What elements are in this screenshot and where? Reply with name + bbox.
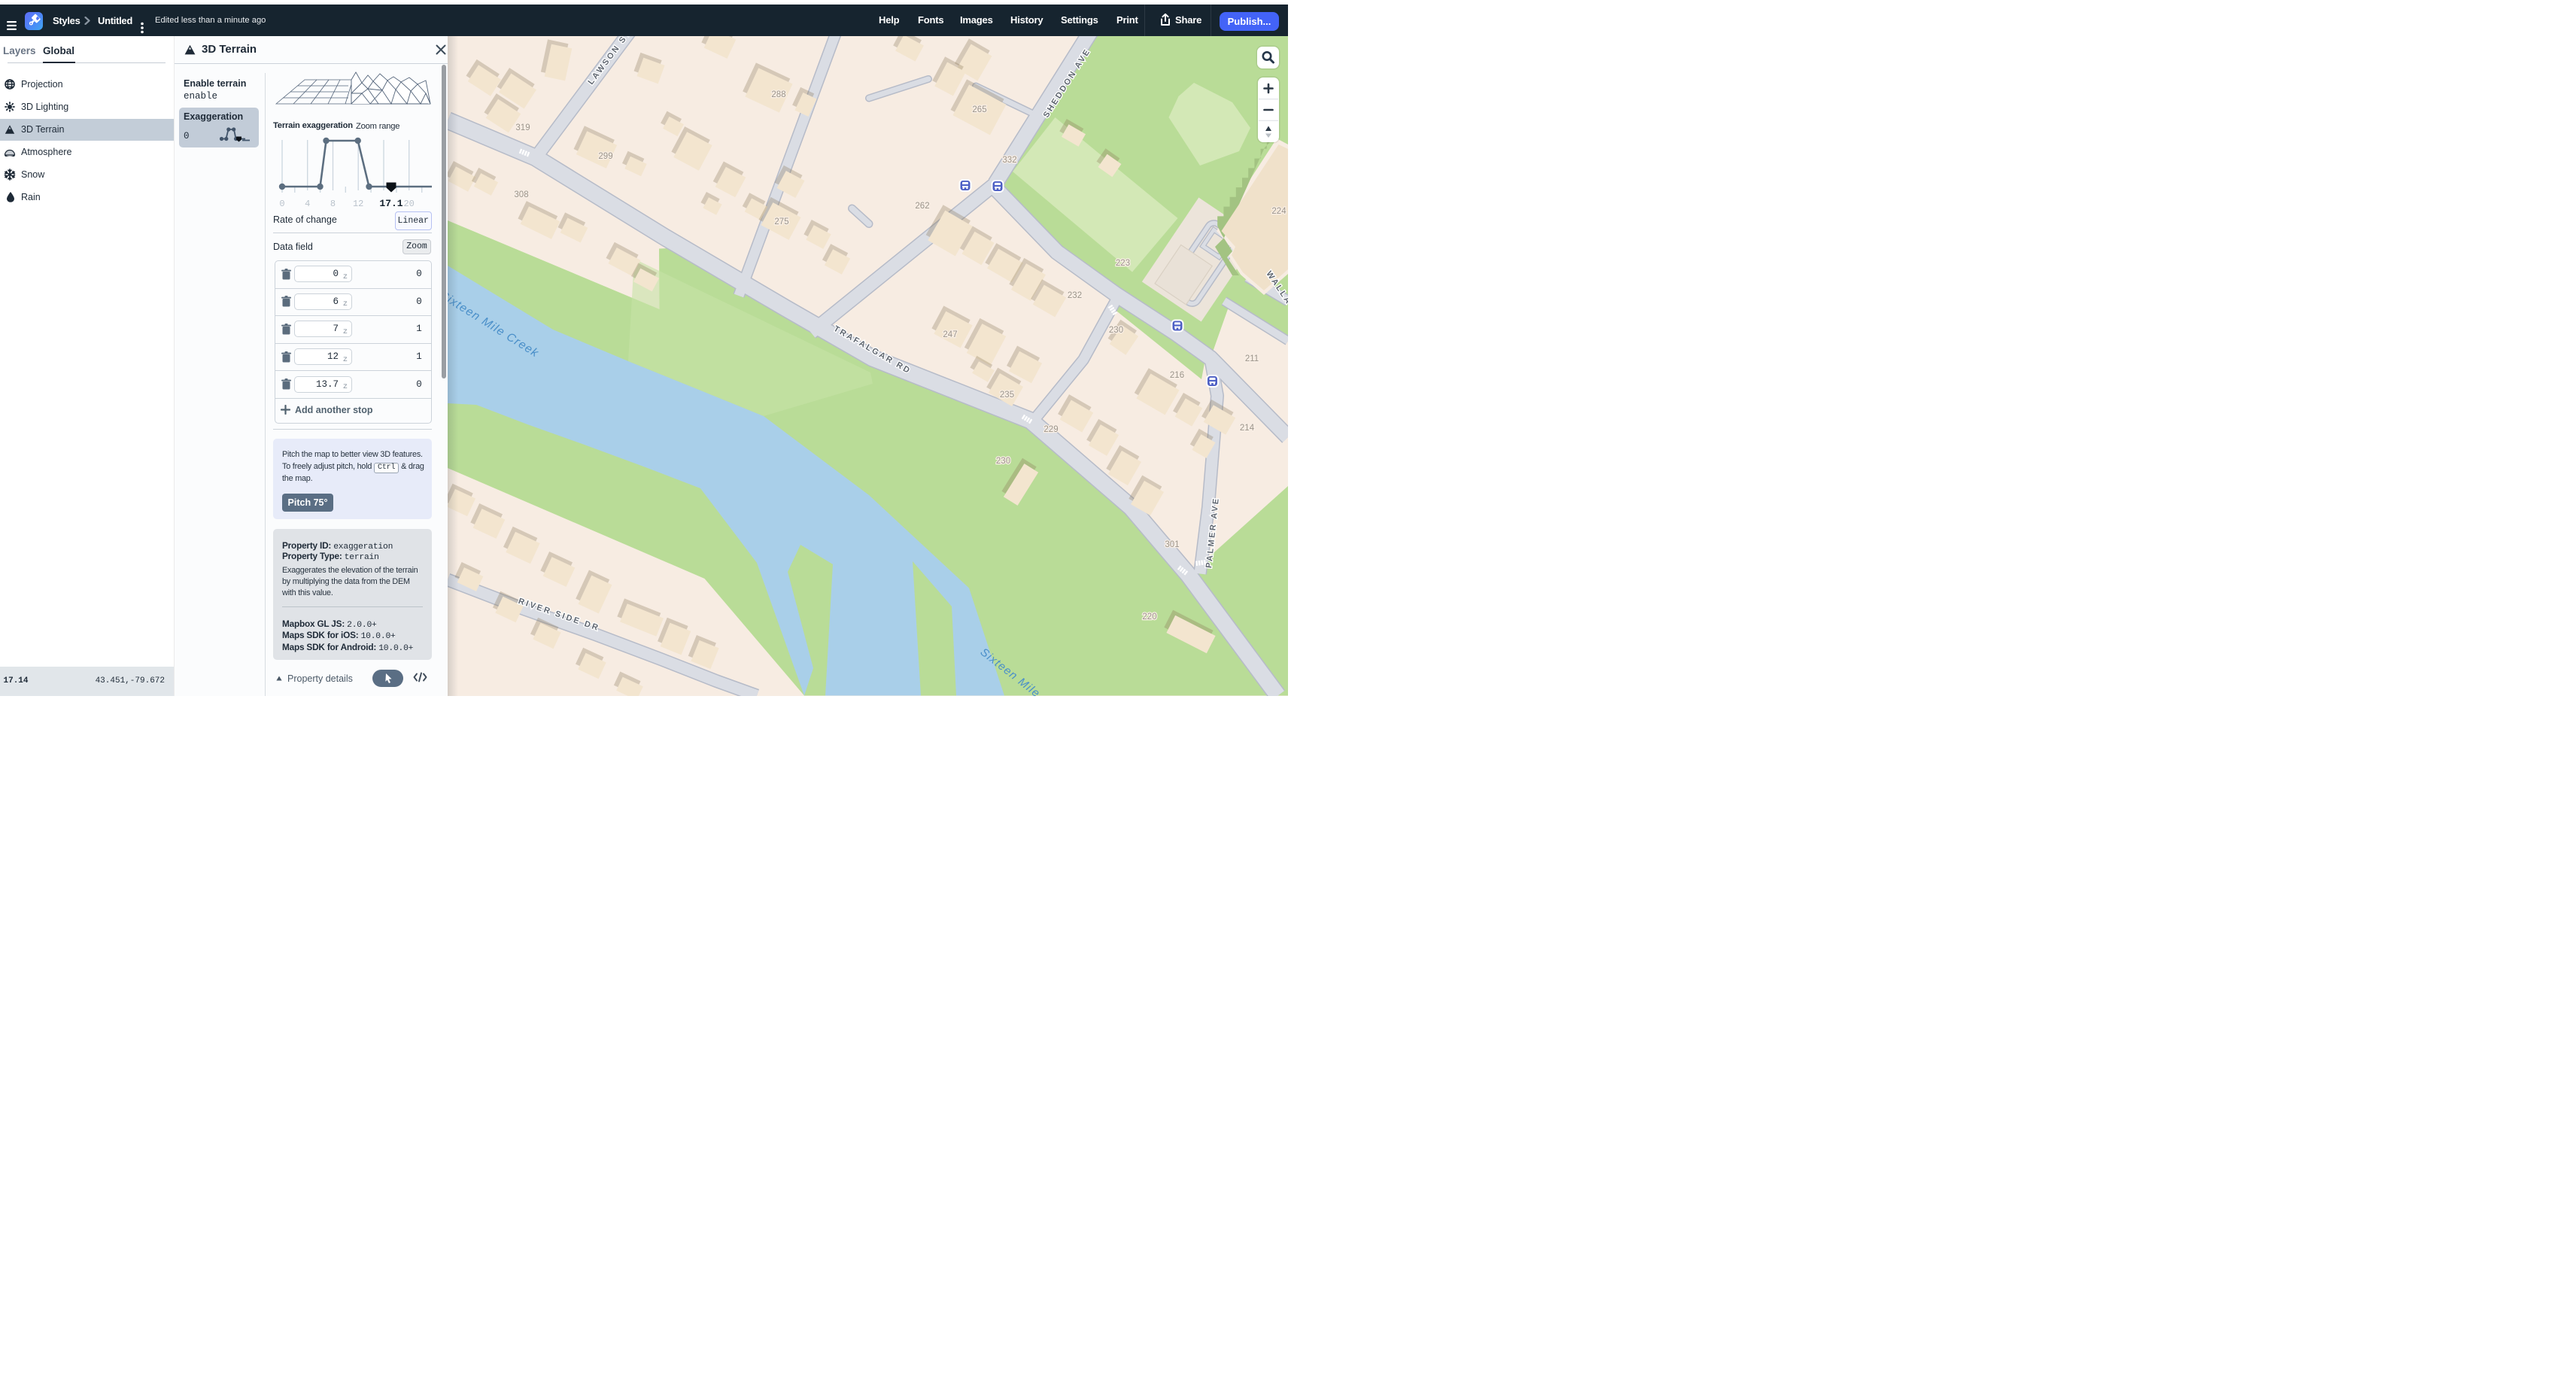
svg-text:247: 247	[943, 330, 957, 339]
svg-text:230: 230	[996, 457, 1010, 466]
svg-text:275: 275	[774, 217, 788, 226]
svg-text:17.1: 17.1	[379, 198, 402, 209]
svg-text:262: 262	[915, 202, 929, 211]
svg-text:214: 214	[1240, 424, 1255, 433]
svg-text:0: 0	[279, 199, 284, 209]
svg-text:20: 20	[403, 199, 414, 209]
svg-text:223: 223	[1116, 259, 1130, 268]
svg-text:265: 265	[972, 105, 986, 114]
svg-text:308: 308	[514, 190, 528, 199]
svg-text:211: 211	[1245, 354, 1259, 363]
svg-text:299: 299	[598, 152, 612, 161]
svg-text:301: 301	[1165, 540, 1179, 549]
svg-text:229: 229	[1043, 425, 1058, 434]
svg-text:12: 12	[353, 199, 363, 209]
svg-text:332: 332	[1002, 156, 1016, 165]
svg-text:220: 220	[1142, 612, 1156, 622]
svg-text:235: 235	[1000, 391, 1014, 400]
svg-text:4: 4	[305, 199, 310, 209]
svg-text:216: 216	[1170, 371, 1184, 380]
svg-text:319: 319	[515, 123, 530, 132]
svg-text:224: 224	[1271, 207, 1286, 216]
svg-text:230: 230	[1109, 326, 1123, 335]
svg-text:8: 8	[330, 199, 336, 209]
svg-text:288: 288	[771, 90, 785, 99]
svg-text:232: 232	[1068, 291, 1082, 300]
